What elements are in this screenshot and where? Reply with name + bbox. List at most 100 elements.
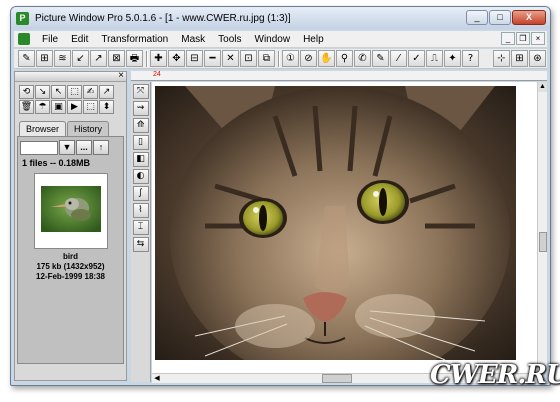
path-row: ▼ ... ↑: [18, 137, 123, 158]
stamp-icon[interactable]: ✦: [444, 50, 461, 67]
plus-icon[interactable]: ✚: [150, 50, 167, 67]
cwer-watermark: CWER.RU: [430, 360, 560, 390]
horizontal-scroll-thumb[interactable]: [322, 374, 352, 383]
scroll-up-icon[interactable]: ▲: [538, 82, 547, 92]
panel-tabs: Browser History: [19, 121, 126, 136]
line-icon[interactable]: ⁄: [390, 50, 407, 67]
write-icon[interactable]: ✍: [83, 85, 98, 99]
document-menu-icon[interactable]: [18, 33, 30, 45]
rect-fill-icon[interactable]: ▯: [132, 135, 149, 150]
copy-icon[interactable]: ⧉: [258, 50, 275, 67]
panel-close-icon[interactable]: ×: [118, 70, 124, 81]
menu-edit[interactable]: Edit: [65, 34, 95, 45]
thumbnail-meta: bird 175 kb (1432x952) 12-Feb-1999 18:38: [18, 252, 123, 282]
shrink-icon[interactable]: ✕: [222, 50, 239, 67]
move-icon[interactable]: ✥: [168, 50, 185, 67]
curve-icon[interactable]: ∫: [132, 186, 149, 201]
vertical-scroll-thumb[interactable]: [539, 232, 547, 252]
minimize-button[interactable]: _: [466, 10, 488, 25]
thumbnail-size: 175 kb (1432x952): [36, 262, 105, 271]
contrast-icon[interactable]: ◐: [132, 169, 149, 184]
image-icon[interactable]: ▣: [51, 100, 66, 114]
menu-file[interactable]: File: [36, 34, 65, 45]
up-folder-icon[interactable]: ↑: [93, 140, 109, 155]
tab-history[interactable]: History: [67, 121, 110, 136]
frame-icon[interactable]: ⬚: [67, 85, 82, 99]
swap-icon[interactable]: ⇆: [132, 237, 149, 252]
mdi-minimize-button[interactable]: _: [501, 32, 515, 45]
files-info: 1 files -- 0.18MB: [22, 158, 91, 168]
settings-icon[interactable]: ⊛: [529, 50, 546, 67]
mdi-restore-button[interactable]: ❐: [516, 32, 530, 45]
play-icon[interactable]: ▶: [67, 100, 82, 114]
pencil-icon[interactable]: ✎: [18, 50, 35, 67]
menu-tools[interactable]: Tools: [212, 34, 248, 45]
wave-icon[interactable]: ≋: [54, 50, 71, 67]
window-title: Picture Window Pro 5.0.1.6 - [1 - www.CW…: [35, 12, 291, 24]
lasso-icon[interactable]: ⇝: [132, 101, 149, 116]
chevron-down-icon[interactable]: ▼: [59, 140, 75, 155]
rotate-icon[interactable]: ⟲: [19, 85, 34, 99]
vertical-scrollbar[interactable]: ▲: [537, 82, 547, 373]
text-cursor-icon[interactable]: ⌶: [132, 220, 149, 235]
minus-icon[interactable]: ━: [204, 50, 221, 67]
side-toolbar: ⤧ ⇝ ⟰ ▯ ◧ ◐ ∫ ⌇ ⌶ ⇆: [131, 82, 151, 382]
panel-tool-grid: ⟲ ↘ ↖ ⬚ ✍ ↗ 🗑 ☂ ▣ ▶ ⬚ ⬍: [15, 82, 126, 117]
arrow-down-right-icon[interactable]: ↘: [35, 85, 50, 99]
number-one-icon[interactable]: ①: [282, 50, 299, 67]
tab-browser[interactable]: Browser: [19, 121, 67, 136]
umbrella-icon[interactable]: ☂: [35, 100, 50, 114]
top-ruler: 24: [131, 71, 547, 81]
draw-icon[interactable]: ✎: [372, 50, 389, 67]
layout-icon[interactable]: ⊞: [511, 50, 528, 67]
menu-window[interactable]: Window: [249, 34, 298, 45]
select-arrow-icon[interactable]: ⤧: [132, 84, 149, 99]
scroll-left-icon[interactable]: ◀: [152, 374, 162, 383]
box-icon[interactable]: ⬚: [83, 100, 98, 114]
menu-transformation[interactable]: Transformation: [95, 34, 175, 45]
gradient-icon[interactable]: ◧: [132, 152, 149, 167]
eyedropper-icon[interactable]: ↗: [90, 50, 107, 67]
thumbnail-card[interactable]: [33, 173, 108, 249]
grid-icon[interactable]: ⊞: [36, 50, 53, 67]
browser-content: ▼ ... ↑ 1 files -- 0.18MB bird 175 kb (1…: [17, 136, 124, 364]
bird-thumbnail[interactable]: [40, 186, 101, 232]
menu-bar: File Edit Transformation Mask Tools Wind…: [14, 31, 547, 48]
close-button[interactable]: X: [512, 10, 546, 25]
mdi-close-button[interactable]: ×: [531, 32, 545, 45]
app-logo-icon: P: [16, 11, 29, 25]
print-icon[interactable]: 🖶: [126, 50, 143, 67]
cat-photo[interactable]: [155, 86, 516, 360]
arrow-up-right-icon[interactable]: ↗: [99, 85, 114, 99]
zoom-box-icon[interactable]: ⊡: [240, 50, 257, 67]
browse-button[interactable]: ...: [76, 140, 92, 155]
fit-icon[interactable]: ⊟: [186, 50, 203, 67]
crop-icon[interactable]: ⊠: [108, 50, 125, 67]
histogram-icon[interactable]: ⎍: [426, 50, 443, 67]
title-bar[interactable]: P Picture Window Pro 5.0.1.6 - [1 - www.…: [11, 7, 550, 29]
sample-icon[interactable]: ✆: [354, 50, 371, 67]
menu-help[interactable]: Help: [297, 34, 331, 45]
sort-icon[interactable]: ⬍: [99, 100, 114, 114]
panel-header[interactable]: ×: [15, 70, 126, 82]
ruler-mark: 24: [153, 71, 161, 78]
crosshair-icon[interactable]: ⊹: [493, 50, 510, 67]
circle-slash-icon[interactable]: ⊘: [300, 50, 317, 67]
path-input[interactable]: [20, 140, 58, 155]
triangle-icon[interactable]: ⟰: [132, 118, 149, 133]
hand-icon[interactable]: ✋: [318, 50, 335, 67]
thumbnail-date: 12-Feb-1999 18:38: [36, 272, 105, 281]
help-icon[interactable]: ?: [462, 50, 479, 67]
image-canvas[interactable]: [152, 82, 537, 373]
maximize-button[interactable]: □: [489, 10, 511, 25]
trash-icon[interactable]: 🗑: [19, 100, 34, 114]
check-icon[interactable]: ✓: [408, 50, 425, 67]
main-toolbar: ✎ ⊞ ≋ ↙ ↗ ⊠ 🖶 ✚ ✥ ⊟ ━ ✕ ⊡ ⧉ ① ⊘ ✋ ⚲ ✆ ✎ …: [14, 49, 547, 69]
brush-icon[interactable]: ↙: [72, 50, 89, 67]
wave-line-icon[interactable]: ⌇: [132, 203, 149, 218]
app-window: P Picture Window Pro 5.0.1.6 - [1 - www.…: [10, 6, 551, 386]
menu-mask[interactable]: Mask: [175, 34, 212, 45]
magnifier-icon[interactable]: ⚲: [336, 50, 353, 67]
toolbar-separator: [146, 50, 148, 67]
arrow-up-left-icon[interactable]: ↖: [51, 85, 66, 99]
